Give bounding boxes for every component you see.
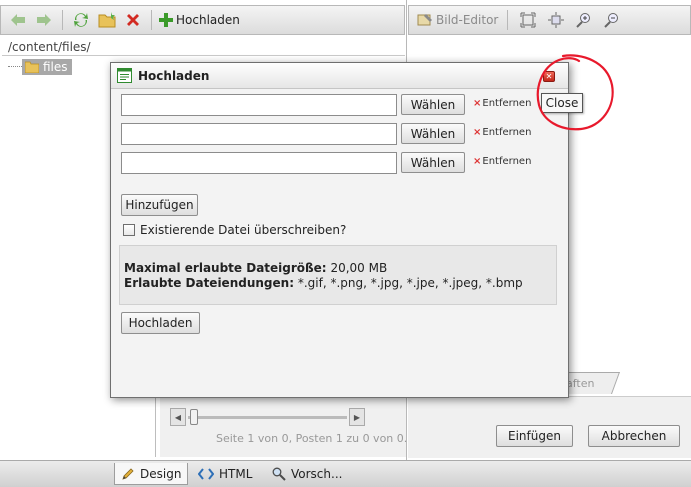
- plus-icon: [159, 13, 173, 27]
- remove-link[interactable]: × Entfernen: [473, 156, 531, 167]
- code-icon: [198, 468, 214, 480]
- image-editor-button[interactable]: Bild-Editor: [417, 13, 498, 27]
- tab-design-label: Design: [140, 466, 182, 481]
- pencil-icon: [122, 467, 134, 480]
- file-path-input[interactable]: [121, 152, 397, 174]
- browse-button[interactable]: Wählen: [401, 152, 465, 173]
- annotation-circle: [536, 54, 614, 131]
- scroll-track[interactable]: [188, 416, 347, 419]
- toolbar-separator: [62, 10, 63, 30]
- extensions-label: Erlaubte Dateiendungen:: [124, 276, 294, 290]
- remove-icon: ×: [473, 127, 482, 138]
- zoom-in-icon[interactable]: [573, 9, 595, 31]
- magnifier-icon: [272, 467, 286, 481]
- overwrite-label: Existierende Datei überschreiben?: [140, 223, 347, 237]
- add-file-button[interactable]: Hinzufügen: [121, 194, 198, 216]
- toolbar-separator: [151, 10, 152, 30]
- tree-item-files[interactable]: files: [22, 59, 72, 75]
- toolbar-separator: [507, 10, 509, 30]
- list-footer: [160, 395, 406, 457]
- max-size-label: Maximal erlaubte Dateigröße:: [124, 261, 327, 275]
- zoom-out-icon[interactable]: [601, 9, 623, 31]
- fit-to-window-icon[interactable]: [517, 9, 539, 31]
- remove-icon: ×: [473, 156, 482, 167]
- tab-design[interactable]: Design: [114, 463, 189, 485]
- new-folder-icon[interactable]: [96, 9, 118, 31]
- pager-status: Seite 1 von 0, Posten 1 zu 0 von 0.: [216, 432, 408, 445]
- insert-button[interactable]: Einfügen: [496, 425, 573, 447]
- arrow-right-icon[interactable]: [33, 9, 55, 31]
- delete-icon[interactable]: [122, 9, 144, 31]
- upload-limits-info: Maximal erlaubte Dateigröße: 20,00 MB Er…: [119, 245, 557, 305]
- tab-html-label: HTML: [219, 467, 253, 481]
- upload-button[interactable]: Hochladen: [121, 312, 200, 334]
- browse-button[interactable]: Wählen: [401, 94, 465, 115]
- pane-divider: [155, 395, 156, 457]
- overwrite-option[interactable]: Existierende Datei überschreiben?: [123, 223, 346, 237]
- tree-item-label: files: [43, 60, 68, 74]
- browse-button[interactable]: Wählen: [401, 123, 465, 144]
- arrow-left-icon[interactable]: [7, 9, 29, 31]
- scroll-left-button[interactable]: ◀: [170, 408, 186, 426]
- current-path: /content/files/: [8, 40, 91, 54]
- remove-label: Entfernen: [482, 156, 532, 167]
- extensions-value: *.gif, *.png, *.jpg, *.jpe, *.jpeg, *.bm…: [297, 276, 523, 290]
- tree-connector: [8, 66, 22, 67]
- upload-dialog: Hochladen ✕ Wählen × Entfernen Wählen × En…: [110, 62, 569, 398]
- dialog-title: Hochladen: [138, 68, 210, 83]
- max-size-value: 20,00 MB: [330, 261, 388, 275]
- file-path-input[interactable]: [121, 123, 397, 145]
- scroll-right-button[interactable]: ▶: [349, 408, 365, 426]
- overwrite-checkbox[interactable]: [123, 224, 135, 236]
- properties-tab-label: aften: [566, 377, 595, 390]
- path-divider: [2, 55, 405, 56]
- tab-preview-label: Vorsch...: [291, 467, 343, 481]
- refresh-icon[interactable]: [70, 9, 92, 31]
- editor-toolbar: Bild-Editor: [408, 5, 691, 35]
- tab-html[interactable]: HTML: [192, 463, 258, 485]
- file-toolbar: Hochladen: [0, 5, 405, 35]
- scroll-thumb[interactable]: [190, 409, 198, 425]
- dialog-title-bar[interactable]: Hochladen: [111, 63, 568, 89]
- max-size-line: Maximal erlaubte Dateigröße: 20,00 MB: [124, 261, 551, 276]
- cancel-button[interactable]: Abbrechen: [588, 425, 680, 447]
- file-path-input[interactable]: [121, 94, 397, 116]
- upload-toolbar-label: Hochladen: [176, 13, 240, 27]
- actual-size-icon[interactable]: [545, 9, 567, 31]
- image-editor-label: Bild-Editor: [436, 13, 499, 27]
- horizontal-scrollbar[interactable]: ◀ ▶: [170, 408, 365, 426]
- extensions-line: Erlaubte Dateiendungen: *.gif, *.png, *.…: [124, 276, 551, 291]
- upload-toolbar-button[interactable]: Hochladen: [159, 13, 240, 27]
- form-icon: [117, 68, 132, 83]
- tab-preview[interactable]: Vorsch...: [266, 463, 348, 485]
- image-editor-icon: [417, 14, 432, 26]
- remove-icon: ×: [473, 98, 482, 109]
- folder-icon: [25, 61, 39, 73]
